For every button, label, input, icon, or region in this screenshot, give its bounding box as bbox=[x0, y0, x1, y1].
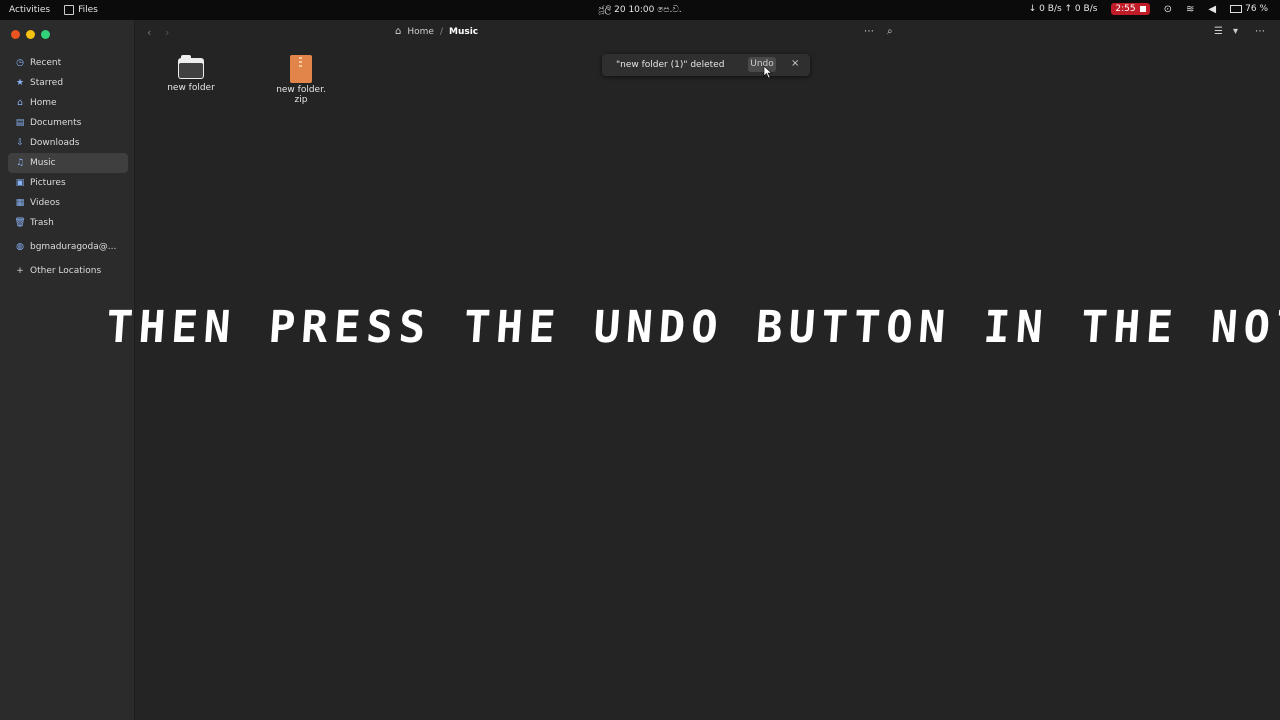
chevron-down-icon: ▾ bbox=[1233, 26, 1239, 37]
forward-button[interactable]: › bbox=[165, 26, 169, 39]
sidebar-item-label: Trash bbox=[30, 218, 54, 228]
file-item-folder[interactable]: new folder bbox=[155, 55, 227, 105]
stop-recording-icon bbox=[1139, 6, 1146, 12]
volume-icon[interactable]: ◀ bbox=[1208, 4, 1216, 15]
wifi-icon[interactable]: ≋ bbox=[1186, 4, 1194, 15]
sidebar-item-label: Starred bbox=[30, 78, 64, 88]
minimize-window-icon[interactable] bbox=[26, 30, 35, 39]
menu-icon: ⋯ bbox=[1255, 26, 1265, 37]
battery-level: 76 % bbox=[1245, 4, 1268, 14]
video-icon: ▦ bbox=[15, 198, 25, 208]
net-speed: ↓ 0 B/s ↑ 0 B/s bbox=[1028, 4, 1098, 14]
caption-text: THEN PRESS THE UNDO BUTTON IN THE NOTIFI… bbox=[104, 302, 1280, 353]
search-icon: ⌕ bbox=[887, 26, 893, 37]
breadcrumb-separator: / bbox=[439, 26, 443, 37]
folder-icon bbox=[178, 55, 204, 79]
top-bar: Activities Files ජූලි 20 10:00 පෙ.ව. ↓ 0… bbox=[0, 0, 1280, 20]
sidebar-item-label: Home bbox=[30, 98, 57, 108]
main-area: ‹ › ⌂ Home / Music ⋯ ⌕ ☰ ▾ ⋯ new folder … bbox=[135, 20, 1280, 720]
clock-icon: ◷ bbox=[16, 58, 24, 68]
star-icon: ★ bbox=[15, 78, 25, 88]
network-account-icon: ◍ bbox=[16, 242, 24, 252]
trash-icon: 🗑 bbox=[14, 218, 26, 228]
window-controls bbox=[11, 30, 50, 39]
sidebar-item-starred[interactable]: ★ Starred bbox=[8, 73, 128, 93]
notification-message: "new folder (1)" deleted bbox=[616, 60, 725, 70]
home-path-icon: ⌂ bbox=[395, 26, 402, 37]
undo-notification: "new folder (1)" deleted Undo × bbox=[602, 54, 810, 76]
battery-icon[interactable]: 76 % bbox=[1230, 4, 1268, 14]
file-name-line2: zip bbox=[294, 95, 308, 105]
search-button[interactable]: ⌕ bbox=[887, 26, 893, 37]
tutorial-caption: THEN PRESS THE UNDO BUTTON IN THE NOTIFI… bbox=[104, 302, 1280, 362]
sidebar-item-documents[interactable]: ▤ Documents bbox=[8, 113, 128, 133]
clock[interactable]: ජූලි 20 10:00 පෙ.ව. bbox=[598, 5, 681, 15]
sidebar-item-label: Documents bbox=[30, 118, 82, 128]
accessibility-icon[interactable]: ⊙ bbox=[1164, 4, 1172, 15]
sidebar-item-label: Videos bbox=[30, 198, 60, 208]
sidebar-item-label: Music bbox=[30, 158, 56, 168]
sidebar-item-label: Downloads bbox=[30, 138, 80, 148]
sidebar-item-music[interactable]: ♫ Music bbox=[8, 153, 128, 173]
sidebar-item-label: Other Locations bbox=[30, 266, 102, 276]
chevron-left-icon: ‹ bbox=[147, 26, 152, 39]
breadcrumb-home[interactable]: Home bbox=[407, 27, 434, 37]
more-horizontal-icon: ⋯ bbox=[864, 26, 874, 37]
download-icon: ⇩ bbox=[16, 138, 24, 148]
sidebar-item-videos[interactable]: ▦ Videos bbox=[8, 193, 128, 213]
sidebar-item-other-locations[interactable]: + Other Locations bbox=[8, 261, 128, 281]
sidebar-item-home[interactable]: ⌂ Home bbox=[8, 93, 128, 113]
file-name: new folder bbox=[167, 83, 215, 93]
maximize-window-icon[interactable] bbox=[41, 30, 50, 39]
main-menu-button[interactable]: ⋯ bbox=[1255, 26, 1265, 37]
battery-glyph-icon bbox=[1230, 5, 1243, 13]
breadcrumb: ⌂ Home / Music bbox=[395, 26, 478, 37]
sidebar-item-label: bgmaduragoda@... bbox=[30, 242, 117, 252]
sidebar-item-label: Pictures bbox=[30, 178, 66, 188]
recording-time: 2:55 bbox=[1115, 4, 1136, 14]
file-item-zip[interactable]: new folder. zip bbox=[265, 55, 337, 105]
back-button[interactable]: ‹ bbox=[147, 26, 151, 39]
sidebar-item-label: Recent bbox=[30, 58, 62, 68]
sidebar-item-pictures[interactable]: ▣ Pictures bbox=[8, 173, 128, 193]
breadcrumb-current[interactable]: Music bbox=[449, 27, 478, 37]
path-options-button[interactable]: ⋯ bbox=[864, 26, 874, 37]
close-notification-icon[interactable]: × bbox=[791, 58, 799, 69]
picture-icon: ▣ bbox=[15, 178, 25, 188]
recording-indicator[interactable]: 2:55 bbox=[1111, 3, 1150, 15]
sidebar-item-account[interactable]: ◍ bgmaduragoda@... bbox=[8, 237, 128, 257]
view-options-button[interactable]: ▾ bbox=[1233, 26, 1238, 37]
sidebar-item-recent[interactable]: ◷ Recent bbox=[8, 53, 128, 73]
mouse-cursor-icon bbox=[763, 65, 773, 79]
sidebar-item-downloads[interactable]: ⇩ Downloads bbox=[8, 133, 128, 153]
home-icon: ⌂ bbox=[17, 98, 23, 108]
plus-icon: + bbox=[16, 266, 24, 276]
header-bar: ‹ › ⌂ Home / Music ⋯ ⌕ ☰ ▾ ⋯ bbox=[135, 20, 1280, 47]
view-toggle-button[interactable]: ☰ bbox=[1214, 26, 1223, 37]
list-view-icon: ☰ bbox=[1214, 26, 1223, 37]
sidebar: ◷ Recent ★ Starred ⌂ Home ▤ Documents ⇩ … bbox=[0, 20, 135, 720]
file-grid: new folder new folder. zip bbox=[155, 55, 337, 105]
file-name-line1: new folder. bbox=[276, 85, 326, 95]
sidebar-item-trash[interactable]: 🗑 Trash bbox=[8, 213, 128, 233]
chevron-right-icon: › bbox=[165, 26, 170, 39]
music-icon: ♫ bbox=[15, 158, 25, 168]
document-icon: ▤ bbox=[15, 118, 25, 128]
close-window-icon[interactable] bbox=[11, 30, 20, 39]
archive-icon bbox=[290, 55, 312, 83]
